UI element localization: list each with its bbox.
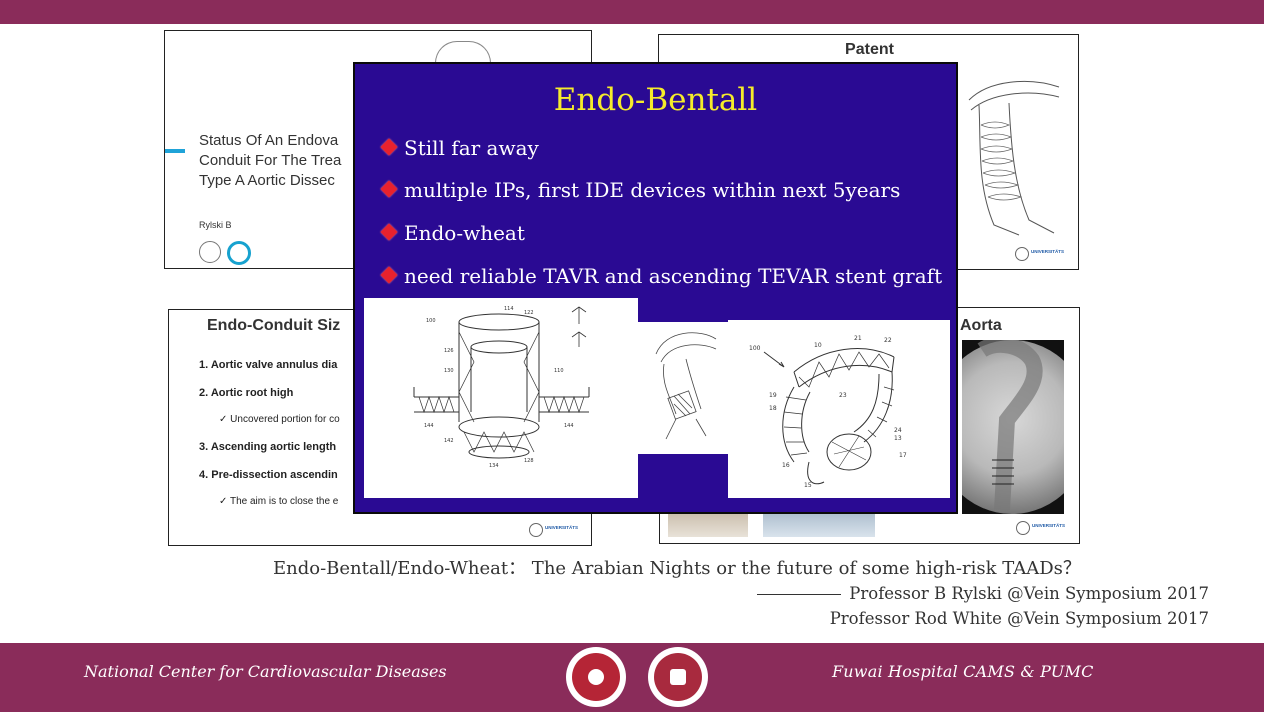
list-item: 4. Pre-dissection ascendin [199, 469, 338, 481]
angiography-image [962, 340, 1064, 514]
patent-drawing-aorta [968, 80, 1060, 236]
svg-text:142: 142 [444, 438, 454, 444]
university-logo-icon: UNIVERSITÄTS [1015, 247, 1065, 261]
red-diamond-bullet-icon [380, 266, 398, 284]
svg-text:13: 13 [894, 435, 902, 442]
svg-text:122: 122 [524, 310, 534, 316]
footer-hospital: Fuwai Hospital CAMS & PUMC [832, 662, 1094, 681]
aortic-root-drawing [655, 332, 717, 440]
credit-line-1: Professor B Rylski @Vein Symposium 2017 [757, 584, 1209, 603]
top-banner [0, 0, 1264, 24]
bullet-item: multiple IPs, first IDE devices within n… [380, 178, 900, 202]
svg-text:21: 21 [854, 335, 862, 342]
logo-text-line1: UNIVERSITÄTS [545, 525, 579, 530]
red-diamond-bullet-icon [380, 180, 398, 198]
footer-institution: National Center for Cardiovascular Disea… [84, 662, 447, 681]
logo-text-line1: UNIVERSITÄTS [1032, 523, 1066, 528]
red-diamond-bullet-icon [380, 138, 398, 156]
stent-graft-drawing: 114 122 100 126 130 110 144 144 142 134 128 [413, 306, 590, 469]
svg-text:24: 24 [894, 427, 902, 434]
red-diamond-bullet-icon [380, 223, 398, 241]
cardiovascular-center-seal-icon [566, 647, 626, 707]
list-item: ✓ Uncovered portion for co [219, 414, 340, 425]
slide-title: Aorta [960, 317, 1002, 334]
university-logo-icon [199, 241, 221, 263]
slide-title: Endo-Conduit Siz [207, 317, 341, 334]
list-item: 1. Aortic valve annulus dia [199, 359, 338, 371]
endo-bentall-slide: Endo-Bentall Still far away multiple IPs… [353, 62, 958, 514]
slide-title: Patent [845, 41, 894, 58]
svg-text:19: 19 [769, 392, 777, 399]
slide-caption: Endo-Bentall/Endo-Wheat： The Arabian Nig… [273, 558, 1081, 579]
title-accent-bar [165, 149, 185, 153]
svg-text:15: 15 [804, 482, 812, 489]
university-seal-icon [435, 41, 491, 63]
credit-line-2: Professor Rod White @Vein Symposium 2017 [829, 609, 1209, 628]
clinical-photo [763, 513, 875, 537]
svg-text:128: 128 [524, 458, 534, 464]
svg-text:114: 114 [504, 306, 514, 312]
arch-stent-drawing: 100 10 21 22 19 18 23 2413 17 16 15 [749, 335, 907, 489]
slide-author: Rylski B [199, 220, 232, 230]
svg-text:130: 130 [444, 368, 454, 374]
svg-text:144: 144 [424, 423, 434, 429]
logo-text-line1: UNIVERSITÄTS [1031, 249, 1065, 254]
clinical-photo [668, 513, 748, 537]
bullet-item: Endo-wheat [380, 221, 525, 245]
svg-text:110: 110 [554, 368, 564, 374]
fuwai-hospital-seal-icon [648, 647, 708, 707]
heart-center-logo-icon [227, 241, 251, 265]
svg-text:23: 23 [839, 392, 847, 399]
svg-text:126: 126 [444, 348, 454, 354]
list-item: ✓ The aim is to close the e [219, 496, 339, 507]
list-item: 2. Aortic root high [199, 387, 294, 399]
svg-text:18: 18 [769, 405, 777, 412]
svg-text:144: 144 [564, 423, 574, 429]
bullet-item: Still far away [380, 136, 539, 160]
svg-text:17: 17 [899, 452, 907, 459]
svg-text:100: 100 [426, 318, 436, 324]
university-logo-icon: UNIVERSITÄTS [529, 523, 579, 537]
patent-figures: 114 122 100 126 130 110 144 144 142 134 128 [364, 298, 950, 498]
svg-text:10: 10 [814, 342, 822, 349]
svg-text:22: 22 [884, 337, 892, 344]
slide-title: Endo-Bentall [553, 82, 758, 118]
dash-line [757, 594, 842, 595]
list-item: 3. Ascending aortic length [199, 441, 337, 453]
bullet-item: need reliable TAVR and ascending TEVAR s… [380, 264, 942, 288]
svg-text:16: 16 [782, 462, 790, 469]
svg-text:134: 134 [489, 463, 499, 469]
svg-text:100: 100 [749, 345, 761, 352]
university-logo-icon: UNIVERSITÄTS [1016, 521, 1066, 535]
